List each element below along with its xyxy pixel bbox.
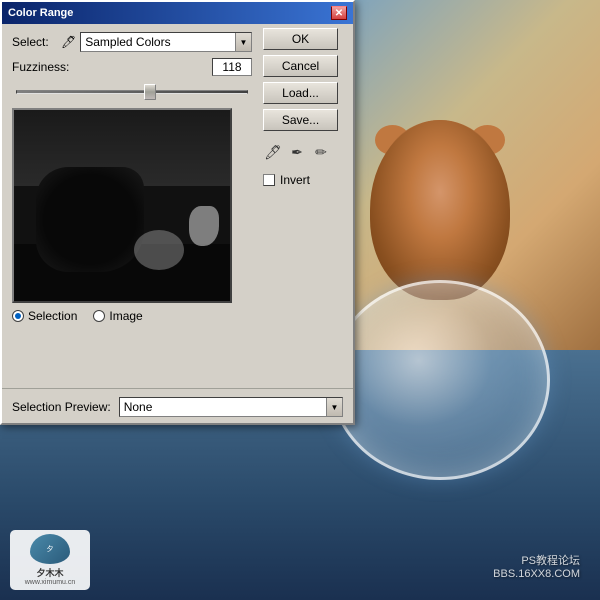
- preview-light-area: [189, 206, 219, 246]
- left-panel: Select: 🖊 Sampled Colors ▼ Fuzziness: 11…: [2, 24, 262, 339]
- preview-silhouette: [36, 167, 144, 272]
- selection-preview-dropdown[interactable]: None ▼: [119, 397, 343, 417]
- fuzziness-slider[interactable]: [12, 82, 252, 102]
- watermark-url: www.ximumu.cn: [25, 579, 76, 586]
- watermark-site-name: PS教程论坛: [493, 552, 580, 568]
- selection-radio-dot: [15, 313, 21, 319]
- color-range-dialog: Color Range ✕ Select: 🖊 Sampled Colors ▼…: [0, 0, 355, 425]
- watermark-right: PS教程论坛 BBS.16XX8.COM: [493, 552, 580, 580]
- load-button[interactable]: Load...: [263, 82, 338, 104]
- image-radio-label: Image: [109, 309, 142, 323]
- image-radio-circle: [93, 310, 105, 322]
- save-button[interactable]: Save...: [263, 109, 338, 131]
- cancel-button[interactable]: Cancel: [263, 55, 338, 77]
- select-dropdown[interactable]: Sampled Colors ▼: [80, 32, 252, 52]
- selection-preview-label: Selection Preview:: [12, 400, 111, 414]
- close-button[interactable]: ✕: [331, 6, 347, 20]
- slider-track: [16, 90, 248, 94]
- preview-inner: [14, 110, 230, 301]
- eyedropper-minus-tool[interactable]: ✏: [311, 142, 331, 162]
- eyedropper-plus-tool[interactable]: ✒: [287, 142, 307, 162]
- watermark-site-url: BBS.16XX8.COM: [493, 568, 580, 580]
- preview-light-area-2: [134, 230, 184, 270]
- selection-preview-value: None: [124, 400, 153, 414]
- glass-bowl: [330, 280, 550, 480]
- right-panel: OK Cancel Load... Save... 🖊 ✒ ✏ Invert: [263, 28, 343, 187]
- dialog-title: Color Range: [8, 7, 73, 19]
- selection-preview-row: Selection Preview: None ▼: [12, 397, 343, 417]
- hamster-fur: [370, 120, 510, 300]
- view-mode-radio: Selection Image: [12, 309, 252, 323]
- selection-preview-dropdown-arrow[interactable]: ▼: [326, 398, 342, 416]
- image-radio[interactable]: Image: [93, 309, 142, 323]
- invert-label: Invert: [280, 173, 310, 187]
- invert-checkbox[interactable]: [263, 174, 275, 186]
- watermark-brand: 夕木木: [36, 566, 63, 579]
- watermark-left: 夕 夕木木 www.ximumu.cn: [10, 530, 90, 590]
- fuzziness-label: Fuzziness:: [12, 60, 77, 74]
- selection-radio-label: Selection: [28, 309, 77, 323]
- slider-thumb[interactable]: [144, 84, 156, 100]
- fuzziness-row: Fuzziness: 118: [12, 58, 252, 76]
- selection-radio-circle: [12, 310, 24, 322]
- logo-icon: 夕: [30, 534, 70, 564]
- select-label: Select:: [12, 35, 57, 49]
- eyedropper-add-tool[interactable]: 🖊: [263, 142, 283, 162]
- eyedropper-icon: 🖊: [61, 35, 76, 49]
- preview-image: [12, 108, 232, 303]
- dropdown-arrow-icon[interactable]: ▼: [235, 33, 251, 51]
- ok-button[interactable]: OK: [263, 28, 338, 50]
- invert-row: Invert: [263, 173, 343, 187]
- selection-preview-section: Selection Preview: None ▼: [2, 388, 353, 423]
- eyedropper-tools: 🖊 ✒ ✏: [263, 142, 343, 162]
- fuzziness-input[interactable]: 118: [212, 58, 252, 76]
- dialog-titlebar: Color Range ✕: [2, 2, 353, 24]
- selection-radio[interactable]: Selection: [12, 309, 77, 323]
- fuzziness-value-text: 118: [222, 60, 241, 74]
- select-row: Select: 🖊 Sampled Colors ▼: [12, 32, 252, 52]
- select-value: Sampled Colors: [85, 35, 170, 49]
